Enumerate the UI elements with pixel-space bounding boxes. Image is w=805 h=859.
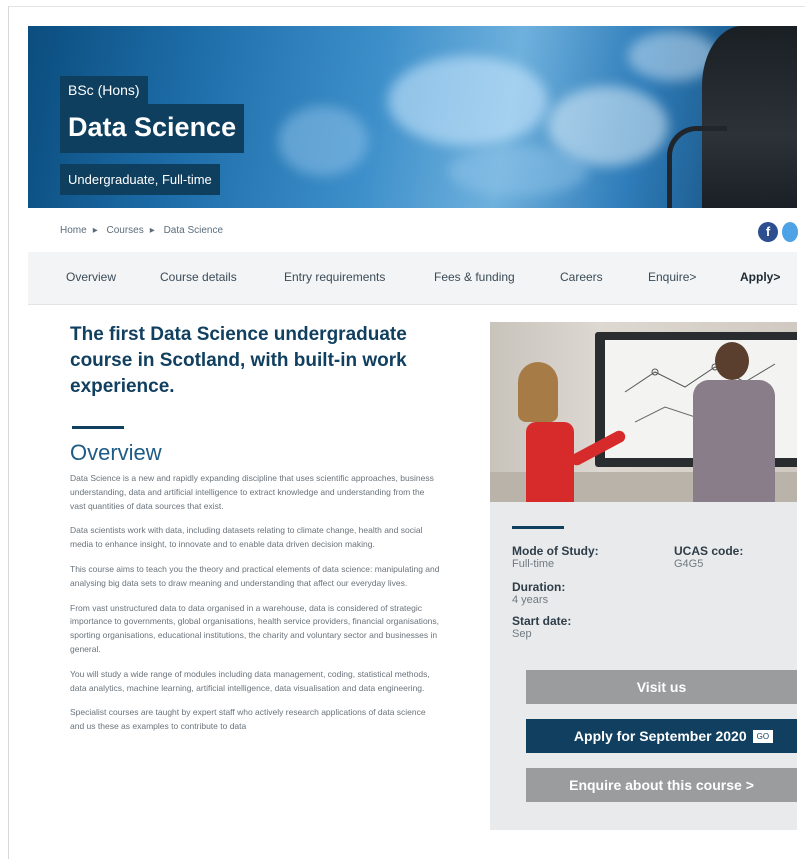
info-rule [512,526,564,529]
photo-shirt [693,380,775,502]
breadcrumb-separator: ▸ [149,225,155,236]
bokeh-light [448,146,588,196]
breadcrumb-courses[interactable]: Courses [107,225,144,236]
start-date-value: Sep [512,628,532,640]
tab-enquire[interactable]: Enquire> [648,270,696,284]
ucas-code-value: G4G5 [674,558,704,570]
breadcrumb: Home ▸ Courses ▸ Data Science [60,225,229,236]
overview-paragraph: You will study a wide range of modules i… [70,668,430,693]
mode-of-study-label: Mode of Study: [512,544,599,558]
tab-entry-requirements[interactable]: Entry requirements [284,270,385,284]
visit-us-button[interactable]: Visit us [526,670,797,704]
enquire-label: Enquire about this course > [569,777,754,793]
photo-student-woman [512,362,628,502]
apply-button[interactable]: Apply for September 2020 GO [526,719,797,753]
tab-course-details[interactable]: Course details [160,270,237,284]
course-photo [490,322,797,502]
overview-paragraph: Data Science is a new and rapidly expand… [70,473,434,511]
breadcrumb-home[interactable]: Home [60,225,87,236]
overview-paragraph: Specialist courses are taught by expert … [70,707,426,732]
facebook-icon[interactable]: f [758,222,778,242]
section-rule [72,426,124,429]
breadcrumb-separator: ▸ [92,225,98,236]
duration-label: Duration: [512,580,566,594]
photo-red-top [526,422,574,502]
enquire-button[interactable]: Enquire about this course > [526,768,797,802]
bokeh-light [388,56,548,146]
page-headline: The first Data Science undergraduate cou… [70,324,407,397]
start-date-label: Start date: [512,614,572,628]
tab-apply[interactable]: Apply> [740,270,780,284]
mode-of-study-value: Full-time [512,558,555,570]
study-mode-badge: Undergraduate, Full-time [60,164,220,195]
visit-us-label: Visit us [636,679,687,695]
tab-overview[interactable]: Overview [66,270,116,284]
apply-label: Apply for September 2020 [573,728,747,744]
tab-careers[interactable]: Careers [560,270,603,284]
ucas-code-label: UCAS code: [674,544,744,558]
course-title: Data Science [60,104,245,153]
twitter-icon[interactable] [782,222,798,242]
section-title-overview: Overview [70,440,162,465]
duration-value: 4 years [512,594,549,606]
go-badge: GO [752,729,774,743]
tab-fees-funding[interactable]: Fees & funding [434,270,515,284]
photo-student-man [685,342,780,502]
photo-head [715,342,749,380]
chair-arm [667,126,727,208]
overview-paragraph: Data scientists work with data, includin… [70,525,423,550]
overview-text: Data Science is a new and rapidly expand… [70,472,440,745]
breadcrumb-current: Data Science [163,225,224,236]
degree-badge: BSc (Hons) [60,76,148,104]
overview-paragraph: From vast unstructured data to data orga… [70,602,440,654]
bokeh-light [278,106,368,176]
photo-hair [518,362,558,422]
overview-paragraph: This course aims to teach you the theory… [70,563,440,588]
course-nav: Overview Course details Entry requiremen… [28,252,797,305]
